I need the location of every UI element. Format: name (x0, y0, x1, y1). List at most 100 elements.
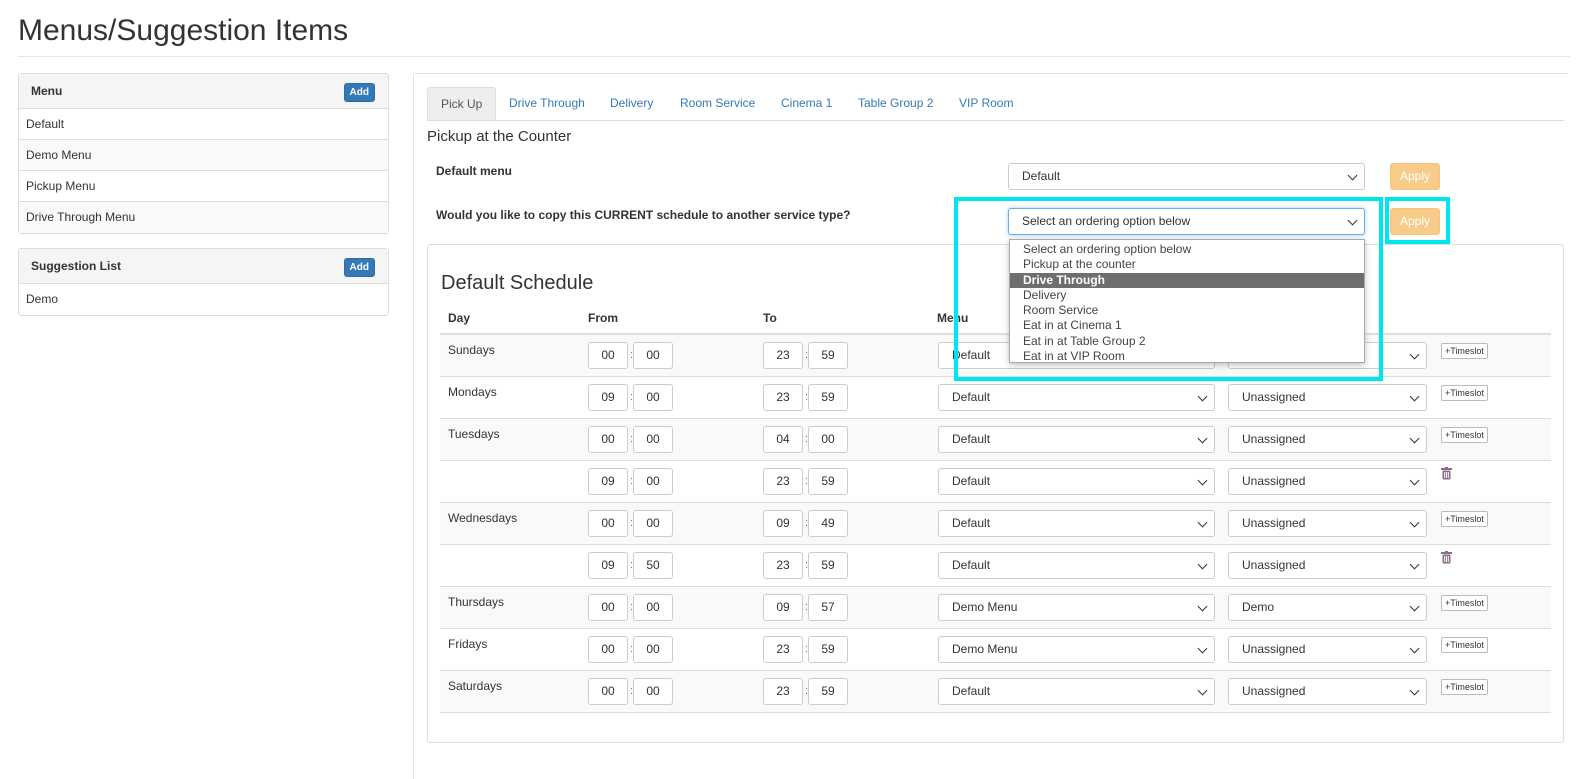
day-label: Thursdays (448, 595, 505, 609)
from-minute-input[interactable]: 00 (633, 510, 673, 537)
from-hour-input[interactable]: 00 (588, 678, 628, 705)
to-hour-input[interactable]: 09 (763, 594, 803, 621)
trash-icon[interactable] (1441, 551, 1452, 564)
trash-icon[interactable] (1441, 467, 1452, 480)
menu-select[interactable]: Default (938, 384, 1215, 411)
tab-cinema-1[interactable]: Cinema 1 (773, 87, 840, 121)
to-minute-input[interactable]: 59 (808, 636, 848, 663)
to-hour-input[interactable]: 23 (763, 468, 803, 495)
from-minute-input[interactable]: 00 (633, 342, 673, 369)
chevron-down-icon (1197, 643, 1208, 654)
chevron-down-icon (1197, 601, 1208, 612)
add-suggestion-button[interactable]: Add (343, 258, 375, 277)
menu-item[interactable]: Drive Through Menu (19, 202, 388, 233)
menu-select[interactable]: Default (938, 510, 1215, 537)
menu-select-value: Default (952, 432, 991, 446)
content-divider (413, 73, 414, 779)
menu-item[interactable]: Default (19, 109, 388, 140)
menu-panel: Menu Add Default Demo Menu Pickup Menu D… (18, 73, 389, 234)
tab-vip-room[interactable]: VIP Room (951, 87, 1021, 121)
to-hour-input[interactable]: 23 (763, 552, 803, 579)
to-minute-input[interactable]: 59 (808, 678, 848, 705)
from-hour-input[interactable]: 09 (588, 552, 628, 579)
from-hour-input[interactable]: 00 (588, 426, 628, 453)
menu-select-value: Default (952, 516, 991, 530)
to-minute-input[interactable]: 59 (808, 552, 848, 579)
menu-select[interactable]: Demo Menu (938, 636, 1215, 663)
menu-select[interactable]: Default (938, 552, 1215, 579)
day-label: Sundays (448, 343, 495, 357)
from-minute-input[interactable]: 00 (633, 468, 673, 495)
suggestion-select[interactable]: Demo (1228, 594, 1427, 621)
from-hour-input[interactable]: 00 (588, 636, 628, 663)
tab-pick-up[interactable]: Pick Up (427, 87, 497, 121)
to-minute-input[interactable]: 59 (808, 384, 848, 411)
add-timeslot-button[interactable]: +Timeslot (1441, 679, 1488, 695)
to-minute-input[interactable]: 49 (808, 510, 848, 537)
suggestion-select[interactable]: Unassigned (1228, 384, 1427, 411)
menu-select-value: Default (952, 558, 991, 572)
tab-table-group-2[interactable]: Table Group 2 (850, 87, 941, 121)
from-hour-input[interactable]: 00 (588, 510, 628, 537)
to-hour-input[interactable]: 23 (763, 342, 803, 369)
menu-select[interactable]: Default (938, 426, 1215, 453)
from-hour-input[interactable]: 09 (588, 384, 628, 411)
to-minute-input[interactable]: 59 (808, 468, 848, 495)
add-timeslot-button[interactable]: +Timeslot (1441, 637, 1488, 653)
from-minute-input[interactable]: 50 (633, 552, 673, 579)
suggestion-select[interactable]: Unassigned (1228, 552, 1427, 579)
menu-item[interactable]: Pickup Menu (19, 171, 388, 202)
to-hour-input[interactable]: 09 (763, 510, 803, 537)
header-to: To (763, 311, 777, 325)
from-minute-input[interactable]: 00 (633, 384, 673, 411)
to-hour-input[interactable]: 23 (763, 636, 803, 663)
suggestion-item[interactable]: Demo (19, 284, 388, 315)
menu-select[interactable]: Default (938, 468, 1215, 495)
day-label: Mondays (448, 385, 497, 399)
suggestion-select-value: Unassigned (1242, 432, 1306, 446)
menu-panel-header: Menu Add (19, 74, 388, 109)
tab-drive-through[interactable]: Drive Through (501, 87, 593, 121)
default-menu-select[interactable]: Default (1008, 163, 1365, 190)
to-hour-input[interactable]: 23 (763, 678, 803, 705)
suggestion-select[interactable]: Unassigned (1228, 510, 1427, 537)
suggestion-select[interactable]: Unassigned (1228, 468, 1427, 495)
add-timeslot-button[interactable]: +Timeslot (1441, 595, 1488, 611)
chevron-down-icon (1409, 391, 1420, 402)
from-hour-input[interactable]: 09 (588, 468, 628, 495)
tab-delivery[interactable]: Delivery (602, 87, 661, 121)
from-minute-input[interactable]: 00 (633, 678, 673, 705)
default-menu-apply-button[interactable]: Apply (1390, 163, 1440, 190)
suggestion-select-value: Unassigned (1242, 684, 1306, 698)
to-minute-input[interactable]: 00 (808, 426, 848, 453)
add-menu-button[interactable]: Add (343, 83, 375, 102)
chevron-down-icon (1409, 601, 1420, 612)
suggestion-select[interactable]: Unassigned (1228, 636, 1427, 663)
day-label: Saturdays (448, 679, 503, 693)
add-timeslot-button[interactable]: +Timeslot (1441, 511, 1488, 527)
menu-select[interactable]: Demo Menu (938, 594, 1215, 621)
tab-room-service[interactable]: Room Service (672, 87, 763, 121)
from-minute-input[interactable]: 00 (633, 594, 673, 621)
suggestion-select[interactable]: Unassigned (1228, 426, 1427, 453)
default-menu-label: Default menu (436, 164, 513, 178)
from-hour-input[interactable]: 00 (588, 594, 628, 621)
chevron-down-icon (1409, 433, 1420, 444)
suggestion-panel-header: Suggestion List Add (19, 249, 388, 284)
from-minute-input[interactable]: 00 (633, 636, 673, 663)
to-minute-input[interactable]: 59 (808, 342, 848, 369)
add-timeslot-button[interactable]: +Timeslot (1441, 427, 1488, 443)
day-label: Fridays (448, 637, 488, 651)
from-hour-input[interactable]: 00 (588, 342, 628, 369)
suggestion-select[interactable]: Unassigned (1228, 678, 1427, 705)
from-minute-input[interactable]: 00 (633, 426, 673, 453)
to-minute-input[interactable]: 57 (808, 594, 848, 621)
to-hour-input[interactable]: 04 (763, 426, 803, 453)
to-hour-input[interactable]: 23 (763, 384, 803, 411)
menu-select[interactable]: Default (938, 678, 1215, 705)
menu-item[interactable]: Demo Menu (19, 140, 388, 171)
add-timeslot-button[interactable]: +Timeslot (1441, 343, 1488, 359)
add-timeslot-button[interactable]: +Timeslot (1441, 385, 1488, 401)
chevron-down-icon (1409, 349, 1420, 360)
header-from: From (588, 311, 618, 325)
